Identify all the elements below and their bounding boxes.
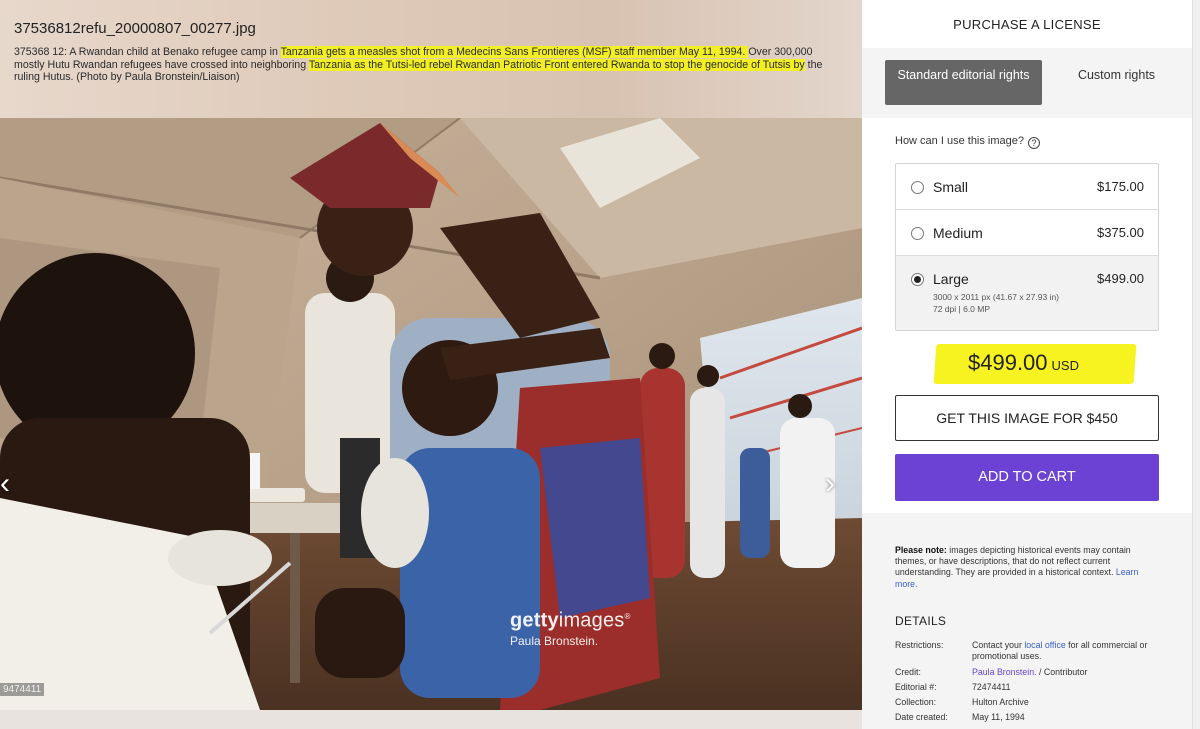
tab-standard-editorial-rights[interactable]: Standard editorial rights bbox=[885, 60, 1042, 105]
detail-value: 72474411 bbox=[972, 682, 1011, 692]
detail-key: Editorial #: bbox=[895, 682, 937, 692]
caption-band: 37536812refu_20000807_00277.jpg 375368 1… bbox=[0, 0, 862, 118]
detail-key: Date created: bbox=[895, 712, 948, 722]
local-office-link[interactable]: local office bbox=[1024, 640, 1065, 650]
detail-value: May 11, 1994 bbox=[972, 712, 1025, 722]
size-price: $175.00 bbox=[1097, 179, 1144, 194]
chevron-right-icon[interactable]: › bbox=[825, 469, 835, 499]
add-to-cart-button[interactable]: ADD TO CART bbox=[895, 454, 1159, 501]
size-selector: Small $175.00 Medium $375.00 Large $499.… bbox=[895, 163, 1159, 331]
tab-custom-rights[interactable]: Custom rights bbox=[1038, 60, 1195, 105]
scrollbar[interactable] bbox=[1192, 0, 1200, 729]
caption-highlight: Tanzania as the Tutsi-led rebel Rwandan … bbox=[308, 58, 805, 71]
size-label: Medium bbox=[933, 225, 983, 241]
image-caption: 375368 12: A Rwandan child at Benako ref… bbox=[14, 46, 834, 84]
image-detail-page: 37536812refu_20000807_00277.jpg 375368 1… bbox=[0, 0, 1200, 729]
license-panel: PURCHASE A LICENSE Standard editorial ri… bbox=[862, 0, 1200, 729]
main-photo[interactable]: ‹ › gettyimages® Paula Bronstein. bbox=[0, 118, 862, 710]
photo-illustration bbox=[0, 118, 862, 710]
image-id-tag: 9474411 bbox=[0, 683, 45, 696]
help-icon[interactable]: ? bbox=[1028, 137, 1041, 149]
details-heading: DETAILS bbox=[895, 614, 947, 628]
purchase-license-heading: PURCHASE A LICENSE bbox=[862, 0, 1192, 48]
size-detail: 3000 x 2011 px (41.67 x 27.93 in) 72 dpi… bbox=[933, 292, 1060, 314]
size-option-small[interactable]: Small $175.00 bbox=[896, 164, 1158, 210]
radio-medium[interactable] bbox=[911, 227, 924, 240]
radio-large[interactable] bbox=[911, 273, 924, 286]
radio-small[interactable] bbox=[911, 181, 924, 194]
size-option-medium[interactable]: Medium $375.00 bbox=[896, 210, 1158, 256]
note-label: Please note: bbox=[895, 545, 947, 555]
detail-key: Collection: bbox=[895, 697, 937, 707]
detail-restrictions: Restrictions: Contact your local office … bbox=[895, 640, 1165, 662]
size-options-area: How can I use this image?? Small $175.00… bbox=[862, 118, 1192, 513]
detail-key: Restrictions: bbox=[895, 640, 944, 650]
how-use-label: How can I use this image?? bbox=[895, 135, 1041, 149]
total-price: $499.00 USD bbox=[968, 350, 1079, 375]
detail-value: Contact your local office for all commer… bbox=[972, 640, 1148, 661]
get-this-image-button[interactable]: GET THIS IMAGE FOR $450 bbox=[895, 395, 1159, 441]
detail-value: Hulton Archive bbox=[972, 697, 1029, 707]
contributor-link[interactable]: Paula Bronstein. bbox=[972, 667, 1037, 677]
detail-value: Paula Bronstein. / Contributor bbox=[972, 667, 1088, 677]
chevron-left-icon[interactable]: ‹ bbox=[0, 469, 10, 499]
watermark-logo: gettyimages® bbox=[510, 609, 631, 632]
size-label: Small bbox=[933, 179, 969, 195]
caption-highlight: Tanzania gets a measles shot from a Mede… bbox=[280, 46, 749, 58]
size-price: $499.00 bbox=[1097, 271, 1144, 286]
image-viewer: 37536812refu_20000807_00277.jpg 375368 1… bbox=[0, 0, 862, 729]
getty-watermark: gettyimages® Paula Bronstein. bbox=[510, 606, 631, 648]
size-price: $375.00 bbox=[1097, 225, 1144, 240]
size-label: Large bbox=[933, 271, 969, 287]
historical-note: Please note: images depicting historical… bbox=[895, 545, 1160, 590]
caption-segment: 375368 12: A Rwandan child at Benako ref… bbox=[14, 46, 281, 58]
watermark-credit: Paula Bronstein. bbox=[510, 633, 599, 648]
size-option-large[interactable]: Large $499.00 3000 x 2011 px (41.67 x 27… bbox=[896, 256, 1158, 330]
detail-key: Credit: bbox=[895, 667, 921, 677]
image-filename: 37536812refu_20000807_00277.jpg bbox=[14, 20, 256, 37]
currency-label: USD bbox=[1051, 358, 1079, 373]
bottom-strip bbox=[0, 710, 862, 729]
